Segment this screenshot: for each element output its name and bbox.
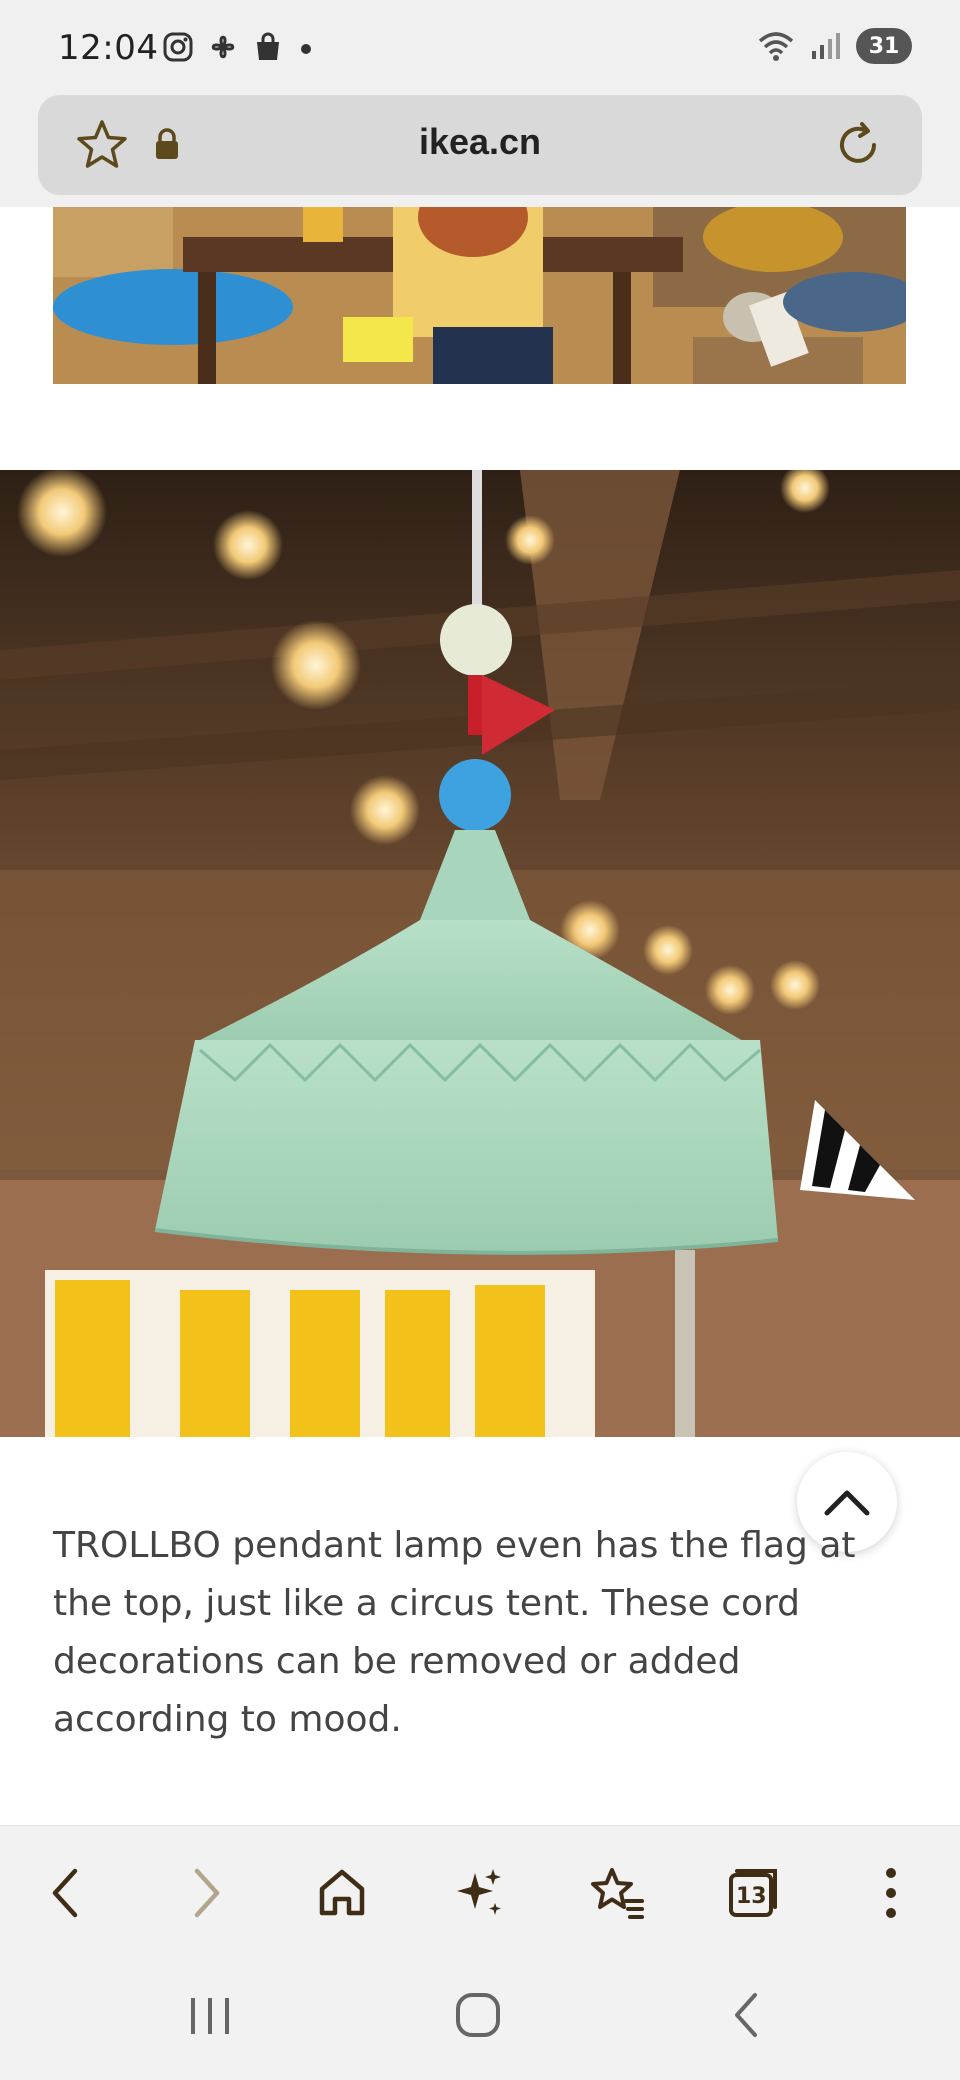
tabs-button[interactable]: 13 bbox=[718, 1858, 788, 1928]
address-bar[interactable]: ikea.cn bbox=[38, 95, 922, 195]
bookmarks-star-list-icon bbox=[591, 1868, 644, 1919]
battery-indicator: 31 bbox=[856, 28, 912, 64]
bookmarks-button[interactable] bbox=[582, 1858, 652, 1928]
status-bar: 12:04 31 bbox=[0, 0, 960, 95]
sparkle-icon bbox=[457, 1869, 501, 1915]
kids-table-image bbox=[53, 207, 906, 384]
home-nav-button[interactable] bbox=[438, 1985, 518, 2045]
forward-button[interactable] bbox=[172, 1858, 242, 1928]
more-menu-button[interactable] bbox=[856, 1858, 926, 1928]
recent-apps-button[interactable] bbox=[170, 1985, 250, 2045]
status-system-icons: 31 bbox=[756, 28, 912, 64]
home-icon bbox=[319, 1869, 365, 1916]
url-text[interactable]: ikea.cn bbox=[38, 121, 922, 163]
signal-icon bbox=[812, 33, 840, 59]
instagram-icon bbox=[163, 32, 193, 62]
pinwheel-icon bbox=[211, 35, 235, 59]
chevron-up-icon bbox=[824, 1490, 870, 1516]
back-button[interactable] bbox=[30, 1858, 100, 1928]
more-vertical-icon bbox=[886, 1868, 896, 1918]
browser-url-area: ikea.cn bbox=[0, 95, 960, 207]
back-nav-button[interactable] bbox=[707, 1985, 787, 2045]
status-time: 12:04 bbox=[58, 28, 159, 68]
lamp-description: TROLLBO pendant lamp even has the flag a… bbox=[53, 1525, 856, 1740]
tab-count: 13 bbox=[736, 1884, 767, 1909]
trollbo-lamp-image bbox=[0, 470, 960, 1437]
chevron-right-icon bbox=[194, 1868, 220, 1918]
back-arrow-icon bbox=[735, 1993, 757, 2037]
dot-icon bbox=[301, 44, 311, 54]
ai-assistant-button[interactable] bbox=[444, 1858, 514, 1928]
page-content: TROLLBO pendant lamp even has the flag a… bbox=[0, 207, 960, 1825]
chevron-left-icon bbox=[52, 1868, 78, 1918]
status-notification-icons bbox=[162, 30, 316, 64]
home-button[interactable] bbox=[307, 1858, 377, 1928]
browser-toolbar: 13 bbox=[0, 1825, 960, 1956]
reload-icon[interactable] bbox=[830, 117, 886, 173]
shopping-bag-icon bbox=[257, 32, 279, 60]
home-circle-icon bbox=[456, 1993, 500, 2037]
system-navigation-bar bbox=[0, 1955, 960, 2080]
wifi-icon bbox=[758, 32, 794, 61]
recent-apps-icon bbox=[191, 1998, 229, 2034]
